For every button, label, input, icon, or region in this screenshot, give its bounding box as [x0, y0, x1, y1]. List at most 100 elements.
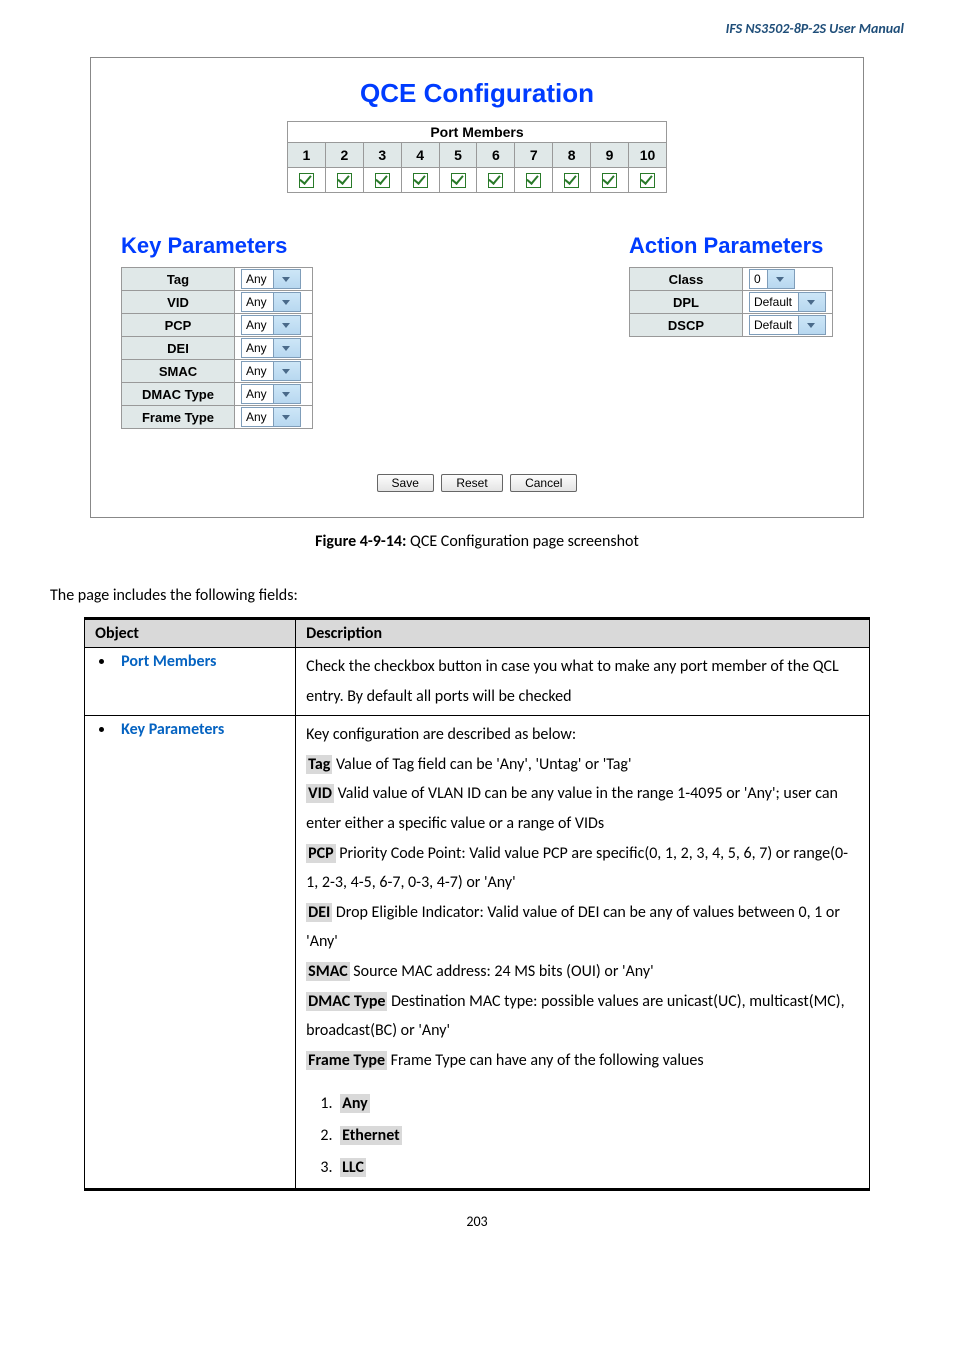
- port-col: 4: [401, 143, 439, 168]
- hl-term: Frame Type: [306, 1051, 387, 1070]
- save-button[interactable]: Save: [377, 474, 434, 492]
- cancel-button[interactable]: Cancel: [510, 474, 577, 492]
- kp-label: Frame Type: [122, 406, 235, 429]
- chevron-down-icon: [273, 385, 300, 403]
- port-members-table: 1 2 3 4 5 6 7 8 9 10: [287, 142, 667, 193]
- dd-value: Any: [242, 364, 273, 378]
- kp-label: SMAC: [122, 360, 235, 383]
- obj-cell: Key Parameters: [85, 716, 296, 1190]
- doc-header: IFS NS3502-8P-2S User Manual: [50, 0, 904, 57]
- desc-line: Destination MAC type: possible values ar…: [306, 992, 844, 1041]
- kp-label: DEI: [122, 337, 235, 360]
- obj-link: Port Members: [121, 652, 216, 671]
- description-table: Object Description Port Members Check th…: [84, 617, 870, 1191]
- pcp-select[interactable]: Any: [241, 315, 301, 335]
- kp-label: Tag: [122, 268, 235, 291]
- figure-screenshot: QCE Configuration Port Members 1 2 3 4 5…: [90, 57, 864, 518]
- port-checkbox[interactable]: [640, 173, 655, 188]
- kp-label: VID: [122, 291, 235, 314]
- port-col: 9: [591, 143, 629, 168]
- kp-label: DMAC Type: [122, 383, 235, 406]
- port-col: 10: [629, 143, 667, 168]
- hl-term: DMAC Type: [306, 992, 387, 1011]
- desc-line: Drop Eligible Indicator: Valid value of …: [306, 903, 840, 952]
- caption-bold: Figure 4-9-14:: [315, 532, 406, 551]
- port-checkbox[interactable]: [602, 173, 617, 188]
- port-checkbox[interactable]: [375, 173, 390, 188]
- obj-cell: Port Members: [85, 648, 296, 716]
- desc-line: Valid value of VLAN ID can be any value …: [306, 784, 838, 833]
- desc-line: Priority Code Point: Valid value PCP are…: [306, 844, 848, 893]
- port-col: 3: [363, 143, 401, 168]
- port-checkbox[interactable]: [299, 173, 314, 188]
- dd-value: Any: [242, 410, 273, 424]
- port-col: 6: [477, 143, 515, 168]
- ap-label: DPL: [629, 291, 742, 314]
- port-col: 5: [439, 143, 477, 168]
- ap-label: DSCP: [629, 314, 742, 337]
- frame-type-select[interactable]: Any: [241, 407, 301, 427]
- dscp-select[interactable]: Default: [749, 315, 826, 335]
- class-select[interactable]: 0: [749, 269, 795, 289]
- desc-cell: Check the checkbox button in case you wh…: [296, 648, 870, 716]
- hl-term: PCP: [306, 844, 336, 863]
- desc-line: Value of Tag field can be 'Any', 'Untag'…: [332, 755, 631, 774]
- chevron-down-icon: [273, 362, 300, 380]
- figure-caption: Figure 4-9-14: QCE Configuration page sc…: [50, 532, 904, 551]
- desc-line: Key configuration are described as below…: [306, 725, 576, 744]
- frame-type-list: Any Ethernet LLC: [336, 1089, 859, 1182]
- tag-select[interactable]: Any: [241, 269, 301, 289]
- dd-value: Default: [750, 318, 798, 332]
- port-checkbox[interactable]: [413, 173, 428, 188]
- col-object: Object: [85, 619, 296, 648]
- chevron-down-icon: [273, 270, 300, 288]
- hl-term: VID: [306, 784, 334, 803]
- col-description: Description: [296, 619, 870, 648]
- smac-select[interactable]: Any: [241, 361, 301, 381]
- dd-value: 0: [750, 272, 767, 286]
- port-checkbox[interactable]: [526, 173, 541, 188]
- caption-text: QCE Configuration page screenshot: [406, 532, 638, 551]
- port-col: 2: [325, 143, 363, 168]
- ap-label: Class: [629, 268, 742, 291]
- figure-title: QCE Configuration: [121, 78, 833, 109]
- desc-line: Source MAC address: 24 MS bits (OUI) or …: [350, 962, 654, 981]
- chevron-down-icon: [273, 316, 300, 334]
- dd-value: Any: [242, 318, 273, 332]
- port-checkbox[interactable]: [451, 173, 466, 188]
- hl-term: DEI: [306, 903, 332, 922]
- dd-value: Any: [242, 295, 273, 309]
- port-checkbox[interactable]: [564, 173, 579, 188]
- dmac-type-select[interactable]: Any: [241, 384, 301, 404]
- intro-text: The page includes the following fields:: [50, 586, 904, 605]
- dd-value: Any: [242, 272, 273, 286]
- port-col: 7: [515, 143, 553, 168]
- chevron-down-icon: [273, 293, 300, 311]
- port-checkbox[interactable]: [488, 173, 503, 188]
- dd-value: Any: [242, 341, 273, 355]
- dd-value: Any: [242, 387, 273, 401]
- action-params-table: Class 0 DPL Default DSCP Default: [629, 267, 833, 337]
- reset-button[interactable]: Reset: [441, 474, 502, 492]
- port-col: 8: [553, 143, 591, 168]
- list-item: Any: [340, 1094, 370, 1113]
- key-params-table: Tag Any VID Any PCP Any DEI Any SMAC Any…: [121, 267, 313, 429]
- port-col: 1: [288, 143, 326, 168]
- key-params-title: Key Parameters: [121, 233, 313, 259]
- vid-select[interactable]: Any: [241, 292, 301, 312]
- list-item: LLC: [340, 1158, 366, 1177]
- list-item: Ethernet: [340, 1126, 402, 1145]
- page-number: 203: [50, 1213, 904, 1230]
- port-checkbox[interactable]: [337, 173, 352, 188]
- chevron-down-icon: [798, 293, 825, 311]
- port-members-label: Port Members: [287, 121, 667, 142]
- action-params-title: Action Parameters: [629, 233, 833, 259]
- hl-term: SMAC: [306, 962, 350, 981]
- chevron-down-icon: [767, 270, 794, 288]
- obj-link: Key Parameters: [121, 720, 224, 739]
- dd-value: Default: [750, 295, 798, 309]
- chevron-down-icon: [273, 408, 300, 426]
- dpl-select[interactable]: Default: [749, 292, 826, 312]
- desc-line: Frame Type can have any of the following…: [387, 1051, 704, 1070]
- dei-select[interactable]: Any: [241, 338, 301, 358]
